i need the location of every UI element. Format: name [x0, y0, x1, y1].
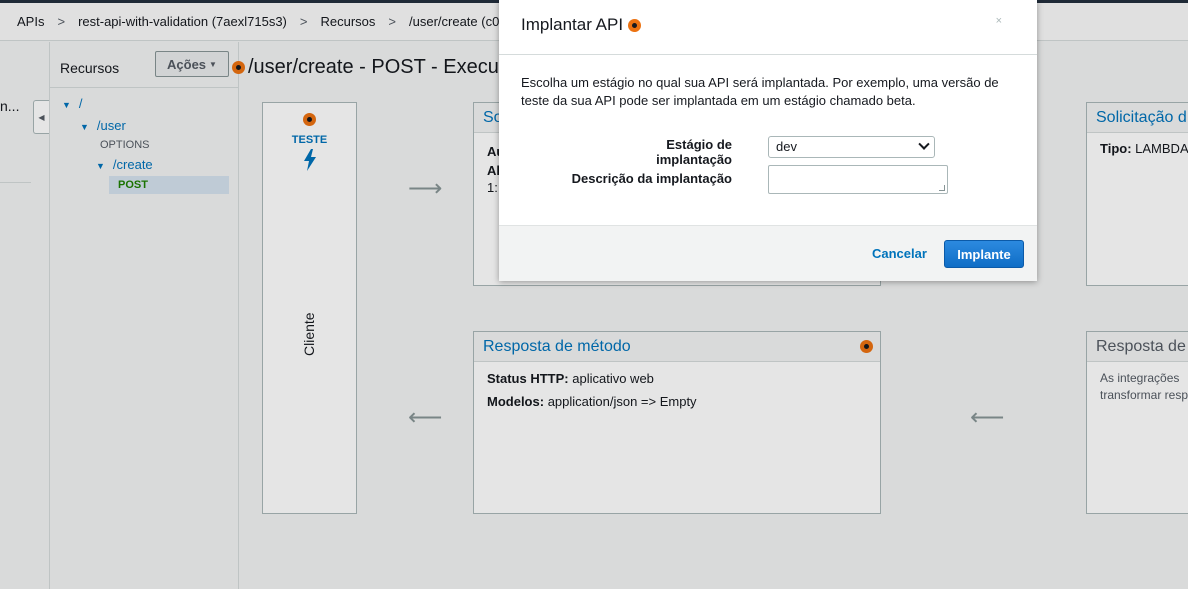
stage-select-value: dev	[776, 139, 797, 154]
close-icon[interactable]: ×	[996, 15, 1002, 27]
modal-header: Implantar API ×	[499, 0, 1037, 55]
modal-title: Implantar API	[521, 15, 642, 35]
cancel-button[interactable]: Cancelar	[872, 246, 927, 261]
stage-select[interactable]: dev	[768, 136, 935, 158]
modal-footer: Cancelar Implante	[499, 225, 1037, 281]
modal-title-text: Implantar API	[521, 15, 624, 34]
modal-description: Escolha um estágio no qual sua API será …	[521, 75, 999, 108]
stage-label: Estágio de implantação	[656, 137, 732, 167]
deployment-description-input[interactable]	[768, 165, 948, 194]
info-dot-icon[interactable]	[628, 18, 642, 32]
deploy-button[interactable]: Implante	[944, 240, 1024, 268]
deployment-description-label: Descrição da implantação	[571, 171, 732, 186]
deploy-api-modal: Implantar API × Escolha um estágio no qu…	[499, 0, 1037, 281]
chevron-down-icon	[918, 138, 930, 150]
resize-grip-icon[interactable]	[939, 185, 945, 191]
